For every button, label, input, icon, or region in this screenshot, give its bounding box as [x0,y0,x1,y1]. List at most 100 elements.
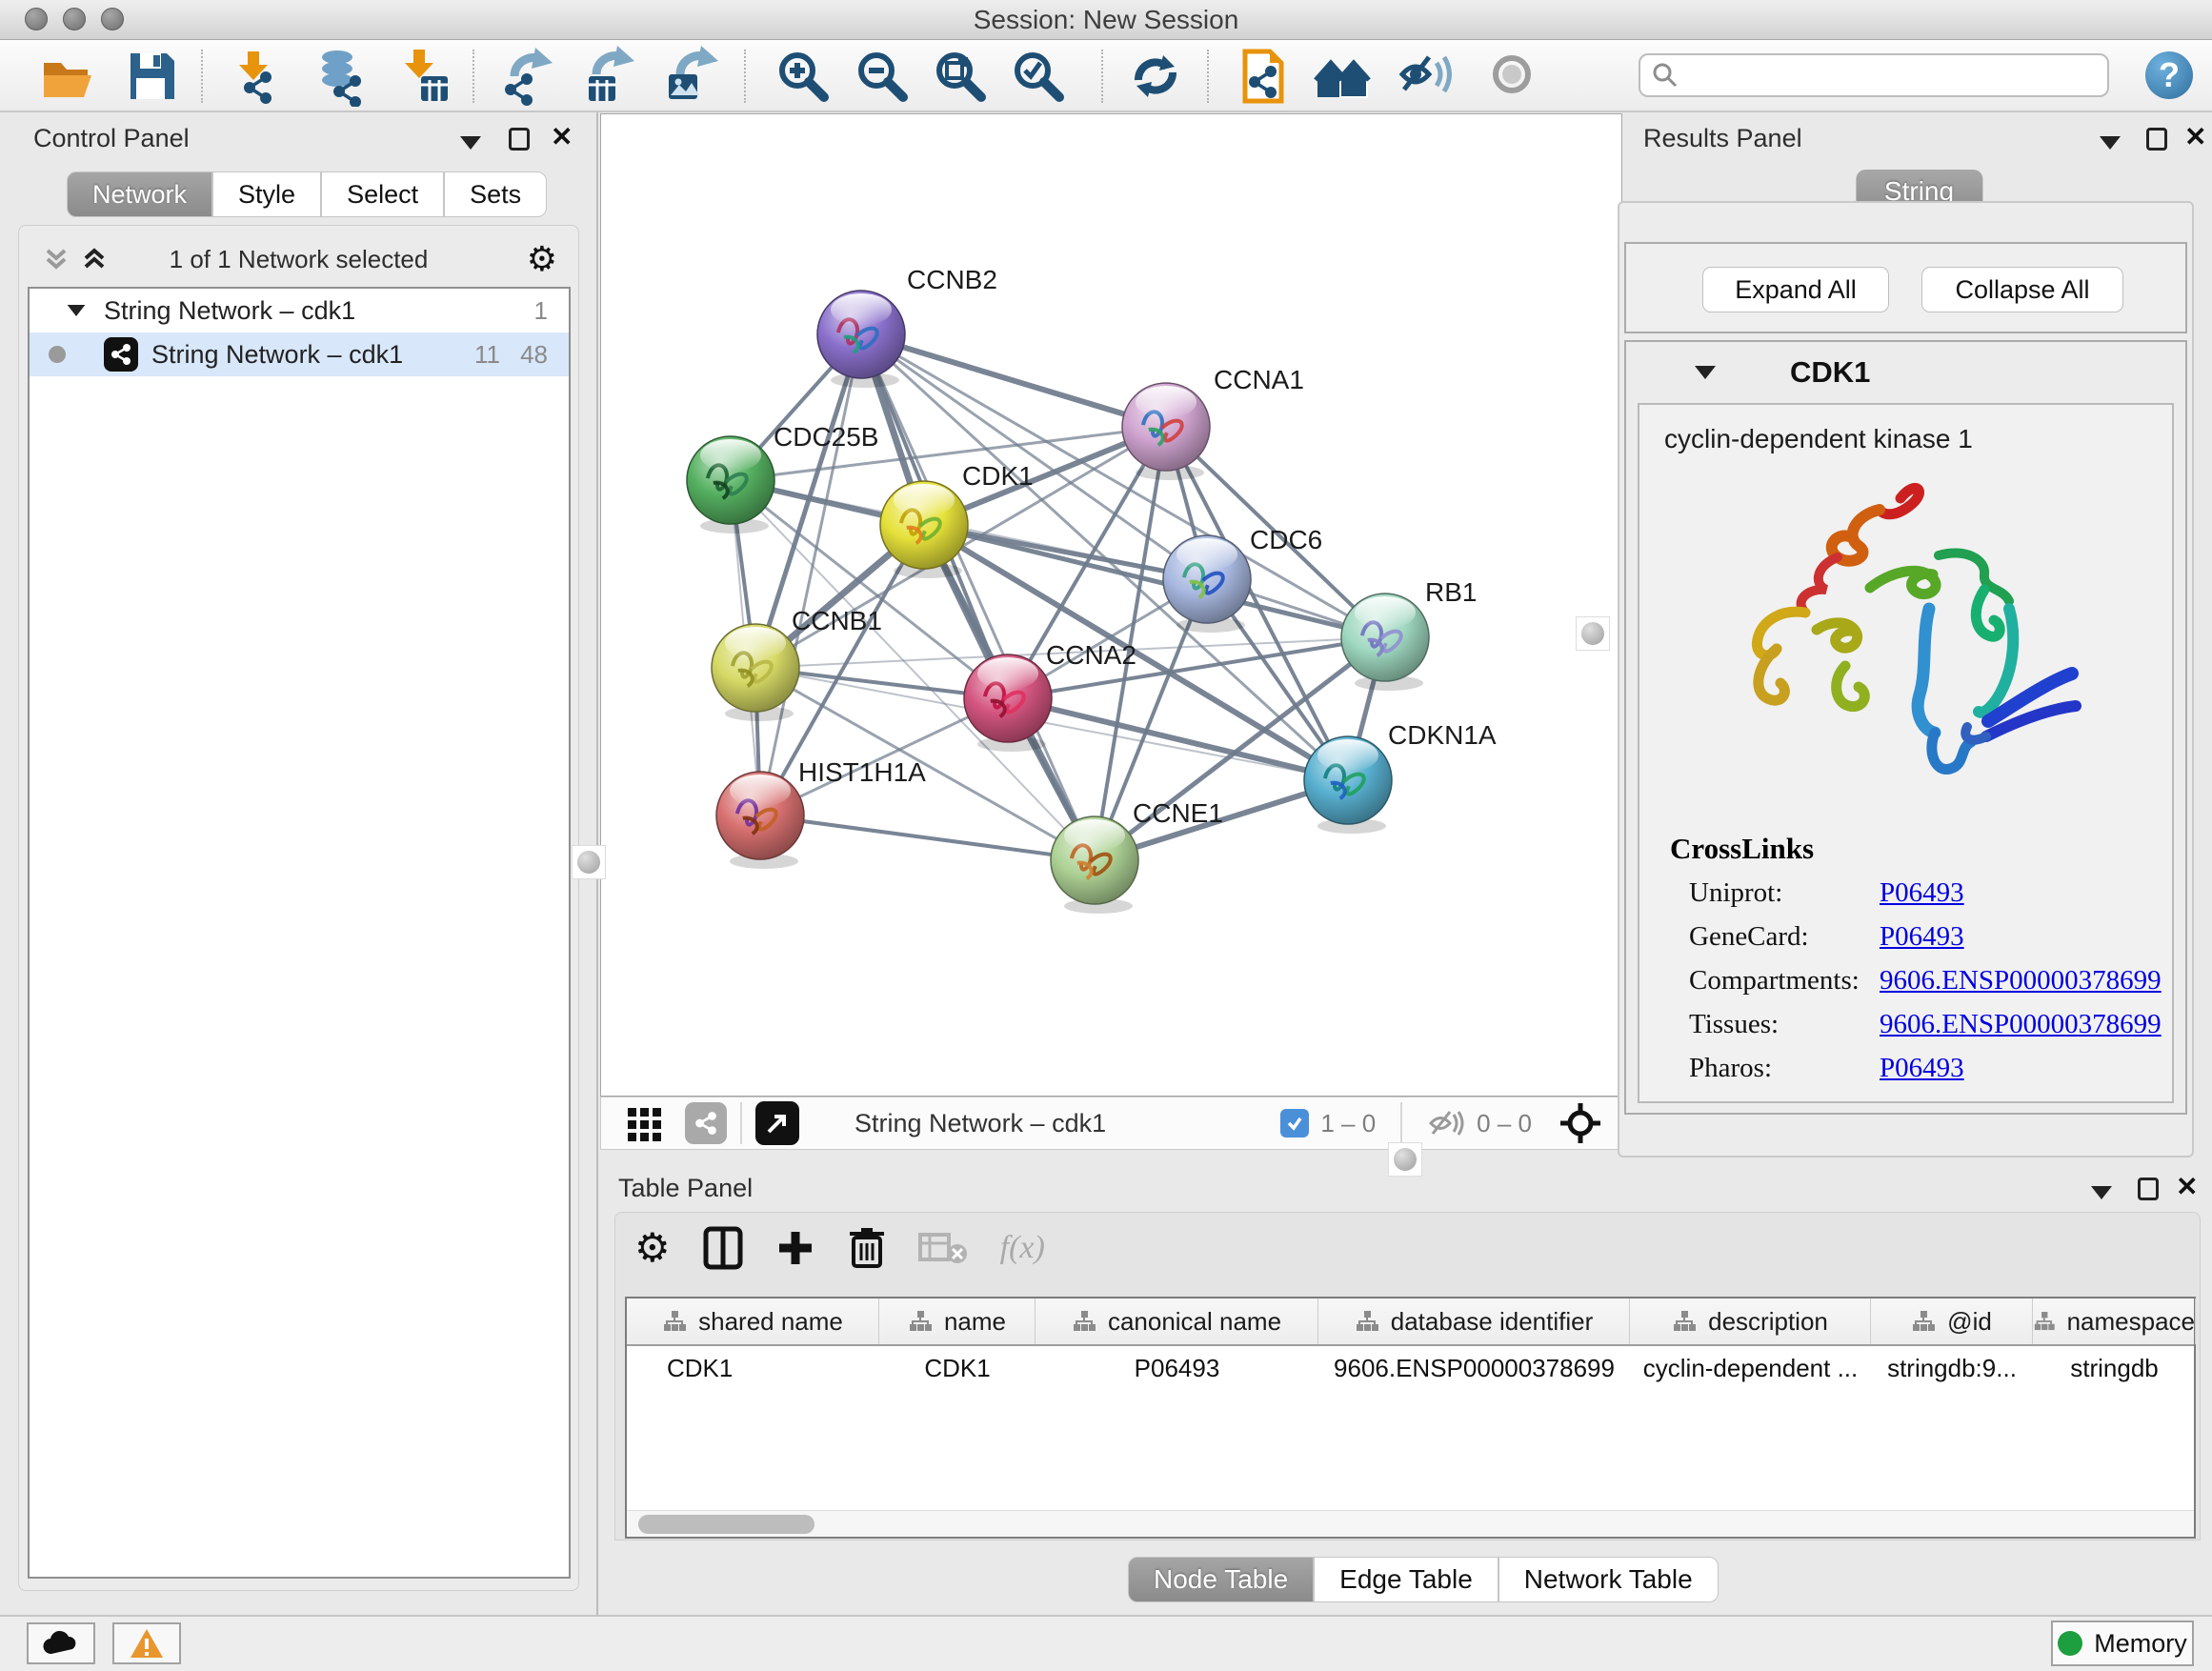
tab-select[interactable]: Select [321,171,444,217]
network-options-gear-icon[interactable]: ⚙ [527,239,557,279]
cdk1-expander-icon[interactable] [1695,366,1716,379]
results-panel-menu-button[interactable] [2100,126,2121,160]
node-table[interactable]: shared name name canonical name database… [625,1297,2196,1539]
warnings-button[interactable] [112,1622,181,1664]
export-image-button[interactable] [654,44,722,109]
table-panel-close-button[interactable]: ✕ [2176,1170,2198,1204]
control-panel-menu-button[interactable] [460,126,481,160]
crosslink-link[interactable]: P06493 [1880,877,1964,909]
column-header-databaseidentifier[interactable]: database identifier [1318,1299,1630,1344]
control-panel-float-button[interactable] [509,122,530,156]
home-button[interactable] [1310,44,1378,109]
tab-edge-table[interactable]: Edge Table [1314,1557,1498,1602]
crosslink-link[interactable]: 9606.ENSP00000378699 [1880,1009,2162,1040]
cell-id[interactable]: stringdb:9... [1871,1346,2033,1390]
zoom-out-button[interactable] [848,44,916,109]
cell-databaseidentifier[interactable]: 9606.ENSP00000378699 [1318,1346,1630,1390]
scrollbar-thumb[interactable] [638,1515,814,1534]
cell-canonicalname[interactable]: P06493 [1036,1346,1318,1390]
node-CDKN1A[interactable]: CDKN1A [1304,720,1497,834]
table-row[interactable]: CDK1CDK1P064939606.ENSP00000378699cyclin… [627,1346,2194,1390]
column-header-namespace[interactable]: namespace [2033,1299,2196,1344]
table-panel-float-button[interactable] [2138,1172,2159,1206]
save-session-button[interactable] [117,44,186,109]
crosslink-link[interactable]: P06493 [1880,1053,1964,1084]
tab-sets[interactable]: Sets [444,171,547,217]
node-CCNE1[interactable]: CCNE1 [1051,798,1223,914]
table-tabs: Node Table Edge Table Network Table [1128,1557,1719,1602]
network-row[interactable]: String Network – cdk1 11 48 [30,332,569,376]
export-network-button[interactable] [492,44,560,109]
birds-eye-button[interactable] [1479,44,1548,109]
collapse-all-button[interactable]: Collapse All [1921,267,2123,312]
table-panel-menu-button[interactable] [2091,1176,2112,1210]
edge-CCNB2-HIST1H1A[interactable] [760,334,861,815]
table-options-gear-icon[interactable]: ⚙ [634,1228,671,1268]
crosslink-link[interactable]: 9606.ENSP00000378699 [1880,965,2162,997]
edge-HIST1H1A-CCNE1[interactable] [760,815,1095,860]
tab-node-table[interactable]: Node Table [1128,1557,1314,1602]
export-table-button[interactable] [572,44,640,109]
network-graph[interactable]: CCNB2CCNA1CDC25BCDK1CDC6RB1CCNB1CCNA2CDK… [601,114,1621,1096]
cell-namespace[interactable]: stringdb [2033,1346,2196,1390]
cell-description[interactable]: cyclin-dependent ... [1630,1346,1871,1390]
expand-all-button[interactable]: Expand All [1702,267,1889,312]
right-splitter-handle[interactable] [1576,616,1610,651]
zoom-in-button[interactable] [769,44,837,109]
column-header-name[interactable]: name [879,1299,1036,1344]
edge-CCNB2-CCNA1[interactable] [861,334,1166,427]
left-splitter-handle[interactable] [572,845,606,879]
import-network-from-database-button[interactable] [307,44,375,109]
refresh-button[interactable] [1121,44,1190,109]
node-CDC25B[interactable]: CDC25B [687,422,878,534]
help-button[interactable]: ? [2145,51,2193,99]
string-document-button[interactable] [1228,44,1297,109]
cloud-status-button[interactable] [27,1622,95,1664]
network-collection-row[interactable]: String Network – cdk1 1 [30,289,569,332]
results-panel-close-button[interactable]: ✕ [2184,120,2206,154]
open-session-button[interactable] [32,44,101,109]
node-RB1[interactable]: RB1 [1341,577,1477,691]
tab-network-table[interactable]: Network Table [1498,1557,1719,1602]
column-header-description[interactable]: description [1630,1299,1871,1344]
import-table-from-file-button[interactable] [389,44,457,109]
zoom-selected-button[interactable] [1004,44,1073,109]
hidden-node-edge-counts: 0 – 0 [1477,1109,1532,1138]
bottom-splitter-handle[interactable] [1388,1142,1422,1177]
network-status-dot [49,346,66,363]
cell-sharedname[interactable]: CDK1 [627,1346,879,1390]
network-canvas[interactable]: CCNB2CCNA1CDC25BCDK1CDC6RB1CCNB1CCNA2CDK… [600,113,1622,1097]
column-header-canonicalname[interactable]: canonical name [1036,1299,1318,1344]
crosslink-link[interactable]: P06493 [1880,921,1964,953]
table-horizontal-scrollbar[interactable] [627,1510,2194,1537]
control-panel-close-button[interactable]: ✕ [551,120,573,154]
column-header-sharedname[interactable]: shared name [627,1299,879,1344]
selected-indicator-checkbox[interactable] [1280,1109,1309,1137]
node-label-RB1: RB1 [1425,577,1477,607]
grid-view-icon[interactable] [626,1104,664,1142]
current-network-name: String Network – cdk1 [855,1109,1106,1138]
show-columns-icon[interactable] [703,1226,743,1270]
string-network-view-icon[interactable] [685,1102,727,1144]
create-column-icon[interactable] [775,1228,815,1268]
tab-style[interactable]: Style [212,171,321,217]
delete-column-icon[interactable] [848,1226,886,1270]
column-tree-icon [1911,1309,1936,1334]
cell-name[interactable]: CDK1 [879,1346,1036,1390]
node-CCNA1[interactable]: CCNA1 [1122,365,1304,480]
memory-button[interactable]: Memory [2051,1621,2194,1666]
control-panel: Control Panel ✕ Network Style Select Set… [0,112,598,1615]
column-header-id[interactable]: @id [1871,1299,2033,1344]
hide-graphics-details-button[interactable] [1393,44,1461,109]
tab-network[interactable]: Network [67,171,212,217]
node-HIST1H1A[interactable]: HIST1H1A [716,757,926,869]
collection-expander-icon[interactable] [68,305,86,316]
cloud-icon [40,1629,82,1658]
import-network-from-file-button[interactable] [219,44,288,109]
search-input[interactable] [1679,61,2079,90]
fit-selected-icon[interactable] [1558,1101,1602,1145]
zoom-fit-button[interactable] [926,44,995,109]
graphics-details-button[interactable] [755,1101,799,1145]
results-panel-float-button[interactable] [2146,122,2167,156]
search-field[interactable] [1639,53,2109,97]
